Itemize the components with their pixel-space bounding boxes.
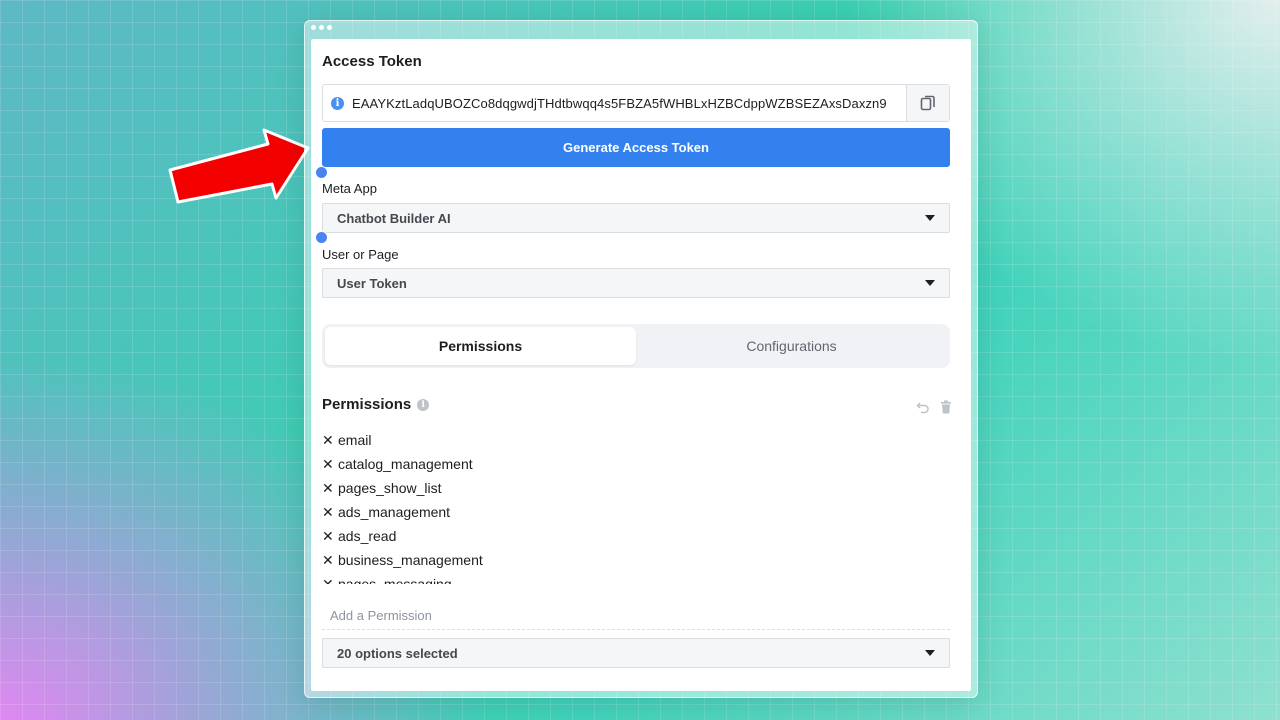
meta-app-value: Chatbot Builder AI — [337, 210, 451, 226]
options-selected-select[interactable]: 20 options selected — [322, 638, 950, 668]
x-icon[interactable]: ✕ — [322, 456, 336, 473]
meta-app-label: Meta App — [322, 181, 377, 196]
user-or-page-select[interactable]: User Token — [322, 268, 950, 298]
list-item: ✕ ads_management — [322, 503, 451, 521]
tab-bar: Permissions Configurations — [322, 324, 950, 368]
copy-button[interactable] — [906, 85, 949, 121]
x-icon[interactable]: ✕ — [322, 432, 336, 449]
user-or-page-value: User Token — [337, 275, 407, 291]
list-item: ✕ ads_read — [322, 527, 397, 545]
x-icon[interactable]: ✕ — [322, 480, 336, 497]
trash-icon[interactable] — [940, 400, 952, 414]
permissions-title: Permissions — [322, 396, 412, 413]
user-or-page-label: User or Page — [322, 247, 399, 262]
drag-handle[interactable] — [315, 166, 328, 179]
add-permission-input[interactable]: Add a Permission — [322, 602, 950, 630]
list-item: ✕ pages_messaging — [322, 572, 942, 585]
red-arrow-icon — [168, 128, 310, 204]
info-icon: i — [417, 398, 430, 411]
x-icon[interactable]: ✕ — [322, 552, 336, 569]
generate-access-token-button[interactable]: Generate Access Token — [322, 128, 950, 167]
x-icon[interactable]: ✕ — [322, 504, 336, 521]
panel-content: Access Token i EAAYKztLadqUBOZCo8dqgwdjT… — [310, 38, 970, 690]
caret-down-icon — [925, 280, 935, 286]
x-icon[interactable]: ✕ — [322, 528, 336, 545]
list-item: ✕ catalog_management — [322, 455, 473, 473]
access-token-value[interactable]: EAAYKztLadqUBOZCo8dqgwdjTHdtbwqq4s5FBZA5… — [352, 96, 906, 111]
undo-icon[interactable] — [916, 400, 930, 414]
tab-configurations[interactable]: Configurations — [636, 327, 947, 365]
list-item: ✕ email — [322, 431, 372, 449]
list-item: ✕ business_management — [322, 551, 483, 569]
info-icon: i — [331, 96, 344, 110]
permissions-actions — [916, 400, 952, 414]
caret-down-icon — [925, 215, 935, 221]
options-selected-value: 20 options selected — [337, 645, 458, 661]
permissions-header: Permissions i — [322, 396, 430, 413]
access-token-title: Access Token — [322, 53, 422, 70]
tab-permissions[interactable]: Permissions — [325, 327, 636, 365]
access-token-field[interactable]: i EAAYKztLadqUBOZCo8dqgwdjTHdtbwqq4s5FBZ… — [322, 84, 950, 122]
x-icon[interactable]: ✕ — [322, 576, 336, 585]
copy-icon — [920, 95, 935, 111]
list-item: ✕ pages_show_list — [322, 479, 442, 497]
permissions-list[interactable]: ✕ email ✕ catalog_management ✕ pages_show_l… — [322, 428, 942, 585]
caret-down-icon — [925, 650, 935, 656]
window-dots — [311, 25, 332, 30]
meta-app-select[interactable]: Chatbot Builder AI — [322, 203, 950, 233]
drag-handle[interactable] — [315, 231, 328, 244]
